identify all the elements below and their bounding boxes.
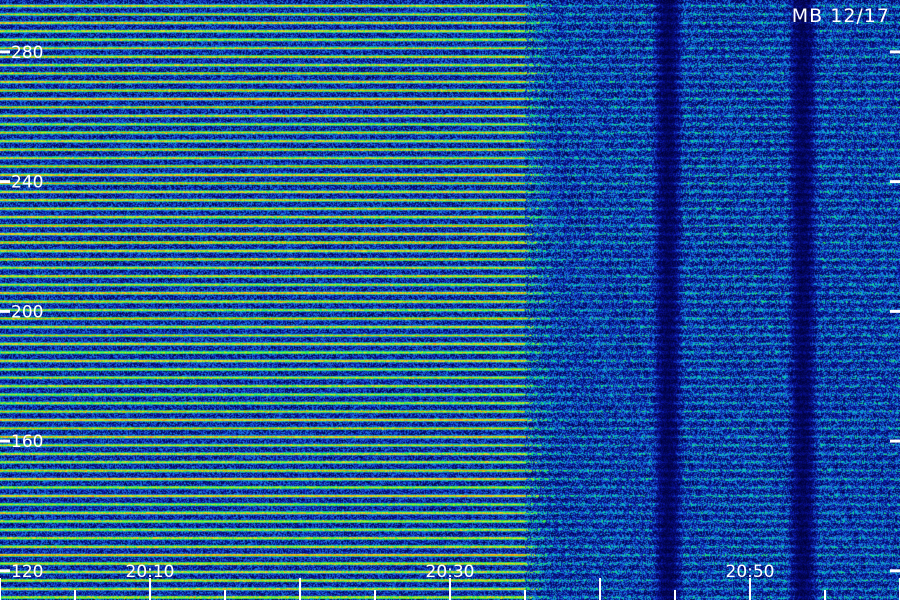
chart-title: MB 12/17 [791,5,890,27]
spectrogram-chart: 280 240 200 160 120 20:10 20:30 20:50 MB 12/17 [0,0,900,600]
x-tick-label: 20:30 [426,562,475,582]
y-tick-label: 200 [11,302,43,322]
y-tick-label: 120 [11,562,43,582]
x-tick-label: 20:10 [126,562,175,582]
axes-overlay: 280 240 200 160 120 20:10 20:30 20:50 [0,43,900,600]
y-tick-label: 240 [11,173,43,193]
x-tick-label: 20:50 [726,562,775,582]
y-tick-label: 280 [11,43,43,63]
y-tick-label: 160 [11,432,43,452]
